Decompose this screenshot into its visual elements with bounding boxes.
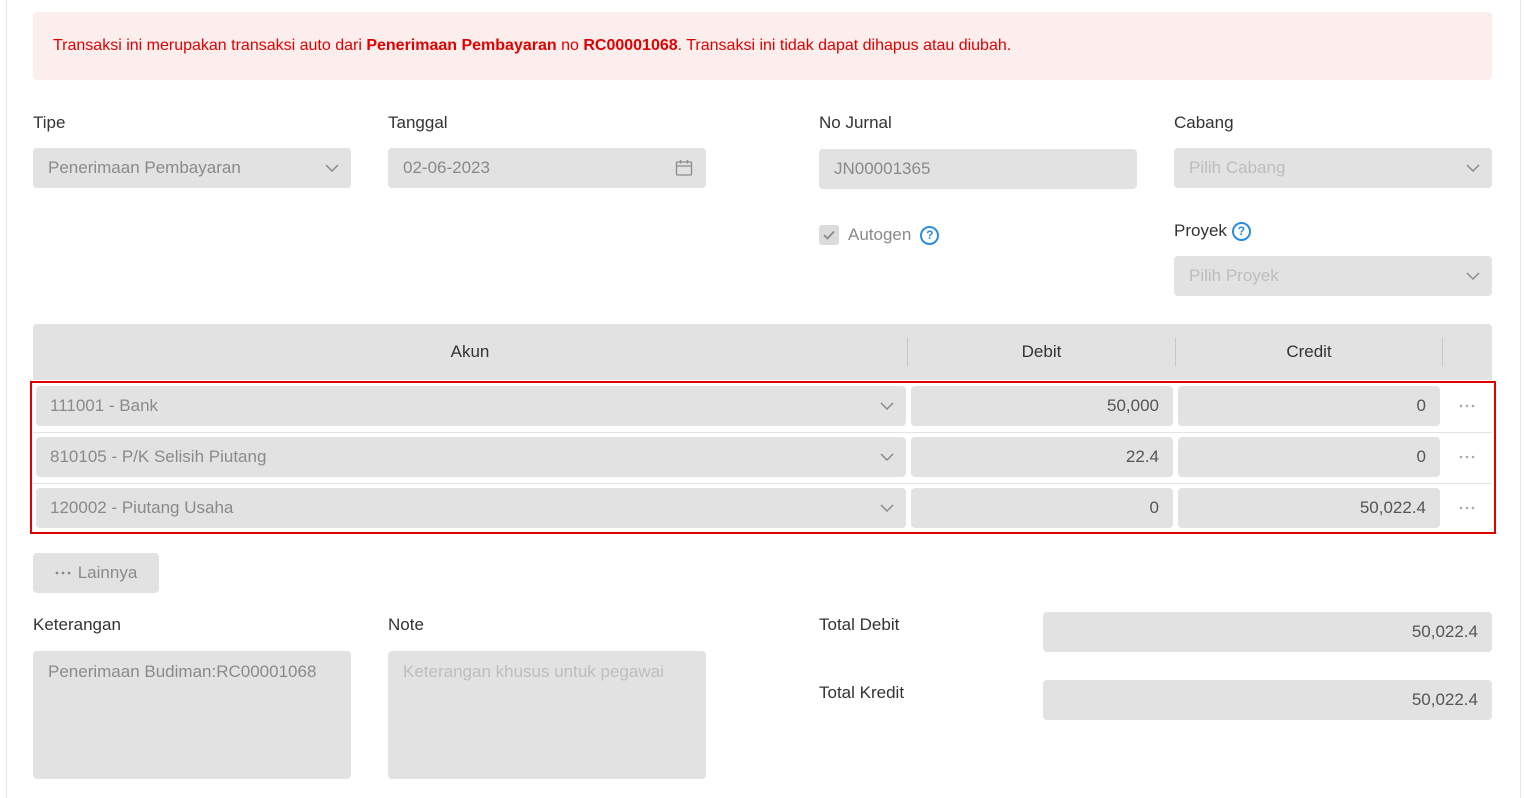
column-divider — [1442, 338, 1443, 366]
tanggal-date-input[interactable]: 02-06-2023 — [388, 148, 706, 188]
alert-text-before: Transaksi ini merupakan transaksi auto d… — [53, 37, 367, 54]
column-header-debit: Debit — [1021, 342, 1062, 361]
no-jurnal-value: JN00001365 — [834, 159, 931, 178]
proyek-select[interactable]: Pilih Proyek — [1174, 256, 1492, 296]
note-textarea[interactable]: Keterangan khusus untuk pegawai — [388, 651, 706, 779]
alert-source-number: RC00001068 — [583, 37, 678, 54]
frame-border-right — [1520, 0, 1521, 798]
tipe-label: Tipe — [33, 113, 66, 132]
column-header-akun: Akun — [450, 342, 490, 361]
autogen-checkbox[interactable] — [819, 225, 839, 245]
check-icon — [823, 230, 835, 240]
tipe-value: Penerimaan Pembayaran — [48, 158, 241, 177]
chevron-down-icon — [325, 148, 339, 188]
total-debit-value: 50,022.4 — [1043, 612, 1492, 652]
autogen-label: Autogen — [848, 225, 912, 244]
keterangan-label: Keterangan — [33, 615, 121, 634]
alert-source-type: Penerimaan Pembayaran — [366, 37, 557, 54]
tanggal-label: Tanggal — [388, 113, 448, 132]
calendar-icon — [675, 148, 693, 188]
chevron-down-icon — [1466, 148, 1480, 188]
total-kredit-value: 50,022.4 — [1043, 680, 1492, 720]
ellipsis-icon — [55, 571, 71, 575]
rows-highlight-box — [30, 381, 1496, 534]
tipe-select[interactable]: Penerimaan Pembayaran — [33, 148, 351, 188]
cabang-select[interactable]: Pilih Cabang — [1174, 148, 1492, 188]
journal-table-header: Akun Debit Credit — [33, 324, 1492, 380]
proyek-label-group: Proyek ? — [1174, 221, 1251, 241]
note-label: Note — [388, 615, 424, 634]
no-jurnal-label: No Jurnal — [819, 113, 892, 132]
lainnya-button[interactable]: Lainnya — [33, 553, 159, 593]
help-icon[interactable]: ? — [920, 225, 940, 245]
frame-border-left — [6, 0, 7, 798]
cabang-placeholder: Pilih Cabang — [1189, 158, 1286, 177]
help-icon[interactable]: ? — [1231, 221, 1251, 241]
no-jurnal-input[interactable]: JN00001365 — [819, 149, 1137, 189]
alert-text-middle: no — [556, 37, 584, 54]
proyek-placeholder: Pilih Proyek — [1189, 266, 1279, 285]
total-debit-label: Total Debit — [819, 615, 900, 634]
column-header-credit: Credit — [1286, 342, 1332, 361]
autogen-checkbox-group[interactable]: Autogen ? — [819, 225, 940, 245]
proyek-label: Proyek — [1174, 221, 1227, 240]
keterangan-textarea[interactable]: Penerimaan Budiman:RC00001068 — [33, 651, 351, 779]
tanggal-value: 02-06-2023 — [403, 158, 490, 177]
lainnya-label: Lainnya — [77, 563, 138, 582]
auto-transaction-alert: Transaksi ini merupakan transaksi auto d… — [33, 12, 1492, 80]
chevron-down-icon — [1466, 256, 1480, 296]
cabang-label: Cabang — [1174, 113, 1234, 132]
alert-text-after: . Transaksi ini tidak dapat dihapus atau… — [677, 37, 1012, 54]
total-kredit-label: Total Kredit — [819, 683, 905, 702]
